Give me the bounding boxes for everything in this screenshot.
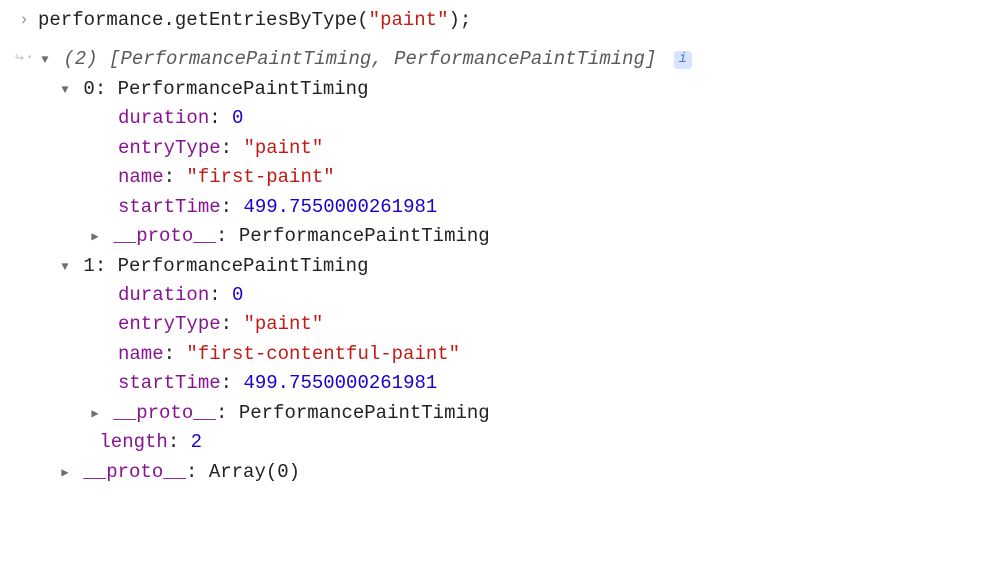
prop-key: entryType <box>118 313 221 335</box>
expand-toggle-proto-array[interactable] <box>58 463 72 485</box>
expand-toggle-proto-0[interactable] <box>88 227 102 249</box>
code-method: getEntriesByType <box>175 9 357 31</box>
prop-val: "paint" <box>243 313 323 335</box>
entry-0-index: 0 <box>83 78 94 100</box>
sep: : <box>216 402 239 424</box>
prop-val: "paint" <box>243 137 323 159</box>
entry-0-type: PerformancePaintTiming <box>118 78 369 100</box>
output-icon: ↩ <box>10 45 38 73</box>
sep: : <box>221 372 244 394</box>
sep: : <box>186 461 209 483</box>
prop-key: duration <box>118 284 209 306</box>
info-icon[interactable]: i <box>674 51 692 69</box>
sep: : <box>216 225 239 247</box>
prop-val: "first-paint" <box>186 166 334 188</box>
sep: : <box>221 313 244 335</box>
sep: : <box>164 343 187 365</box>
prop-row[interactable]: startTime: 499.7550000261981 <box>38 193 988 222</box>
prop-val: 0 <box>232 284 243 306</box>
prompt-icon: › <box>10 6 38 34</box>
type-2: PerformancePaintTiming <box>394 48 645 70</box>
sep: : <box>209 107 232 129</box>
prop-key: startTime <box>118 196 221 218</box>
entry-1-header[interactable]: 1: PerformancePaintTiming <box>83 255 368 277</box>
prop-row[interactable]: duration: 0 <box>38 104 988 133</box>
prop-val: 499.7550000261981 <box>243 196 437 218</box>
prop-key: startTime <box>118 372 221 394</box>
prop-row[interactable]: entryType: "paint" <box>38 134 988 163</box>
length-row[interactable]: length: 2 <box>38 428 988 457</box>
prop-val: 499.7550000261981 <box>243 372 437 394</box>
sep: : <box>168 431 191 453</box>
type-1: PerformancePaintTiming <box>120 48 371 70</box>
sep: : <box>221 196 244 218</box>
prop-val: Array(0) <box>209 461 300 483</box>
prop-val: PerformancePaintTiming <box>239 225 490 247</box>
proto-array-row[interactable]: __proto__: Array(0) <box>83 461 300 483</box>
prop-row[interactable]: entryType: "paint" <box>38 310 988 339</box>
proto-row[interactable]: __proto__: PerformancePaintTiming <box>113 225 489 247</box>
prop-key: name <box>118 166 164 188</box>
prop-key: entryType <box>118 137 221 159</box>
entry-0-header[interactable]: 0: PerformancePaintTiming <box>83 78 368 100</box>
prop-val: "first-contentful-paint" <box>186 343 460 365</box>
array-count: (2) <box>63 48 97 70</box>
code-close: ) <box>449 9 460 31</box>
prop-key: length <box>99 431 167 453</box>
expand-toggle-1[interactable] <box>58 257 72 279</box>
sep: : <box>164 166 187 188</box>
expand-toggle-root[interactable] <box>38 50 52 72</box>
proto-row[interactable]: __proto__: PerformancePaintTiming <box>113 402 489 424</box>
expand-toggle-0[interactable] <box>58 80 72 102</box>
comma: , <box>371 48 394 70</box>
bracket-open: [ <box>98 48 121 70</box>
sep: : <box>221 137 244 159</box>
bracket-close: ] <box>645 48 656 70</box>
prop-key: __proto__ <box>83 461 186 483</box>
prop-val: PerformancePaintTiming <box>239 402 490 424</box>
prop-val: 0 <box>232 107 243 129</box>
code-dot: . <box>163 9 174 31</box>
prop-key: name <box>118 343 164 365</box>
code-semi: ; <box>460 9 471 31</box>
prop-val: 2 <box>191 431 202 453</box>
prop-row[interactable]: startTime: 499.7550000261981 <box>38 369 988 398</box>
prop-key: __proto__ <box>113 225 216 247</box>
prop-key: duration <box>118 107 209 129</box>
entry-1-index: 1 <box>83 255 94 277</box>
code-open: ( <box>357 9 368 31</box>
code-object: performance <box>38 9 163 31</box>
sep: : <box>209 284 232 306</box>
prop-row[interactable]: duration: 0 <box>38 281 988 310</box>
prop-row[interactable]: name: "first-contentful-paint" <box>38 340 988 369</box>
array-summary[interactable]: (2) [PerformancePaintTiming, Performance… <box>63 48 667 70</box>
expand-toggle-proto-1[interactable] <box>88 404 102 426</box>
entry-1-type: PerformancePaintTiming <box>118 255 369 277</box>
code-arg: "paint" <box>369 9 449 31</box>
console-input[interactable]: performance.getEntriesByType("paint"); <box>38 6 988 35</box>
sep: : <box>95 78 118 100</box>
prop-key: __proto__ <box>113 402 216 424</box>
prop-row[interactable]: name: "first-paint" <box>38 163 988 192</box>
sep: : <box>95 255 118 277</box>
